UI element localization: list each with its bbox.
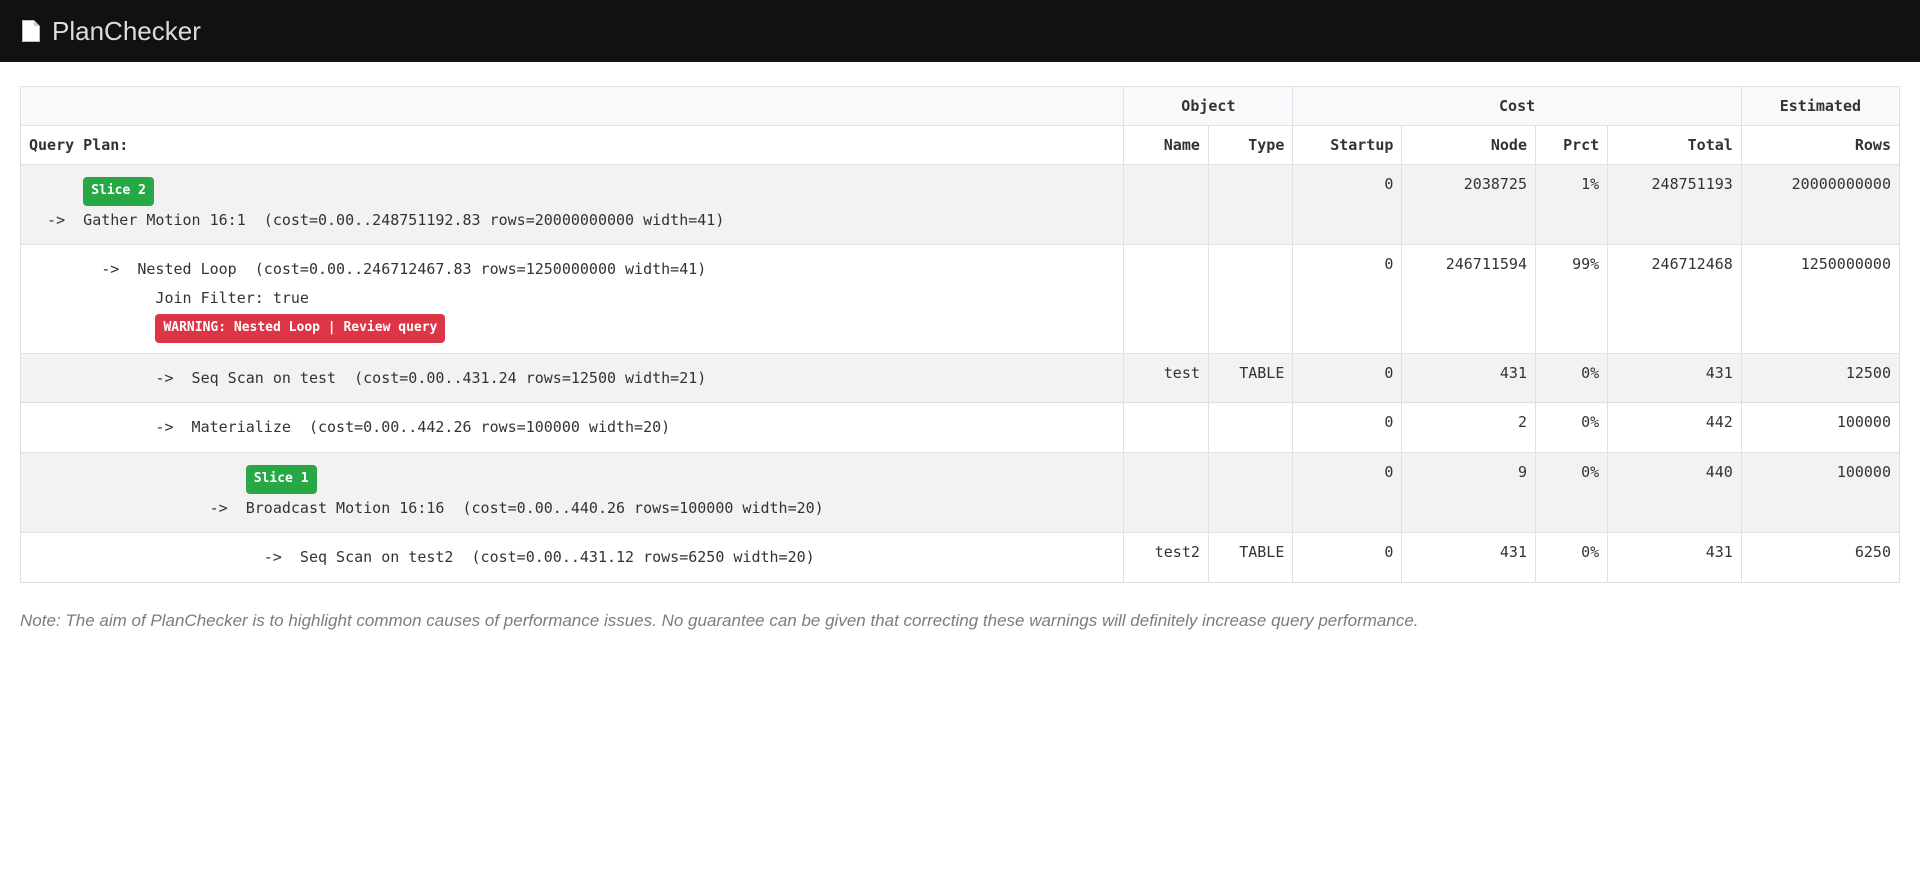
cell-node: 2038725 — [1402, 165, 1536, 245]
cell-node: 9 — [1402, 452, 1536, 532]
cell-startup: 0 — [1293, 533, 1402, 583]
cell-name — [1124, 245, 1208, 354]
plan-cell: -> Materialize (cost=0.00..442.26 rows=1… — [21, 403, 1124, 453]
plan-cell: -> Nested Loop (cost=0.00..246712467.83 … — [21, 245, 1124, 354]
cell-type — [1208, 165, 1292, 245]
slice-badge: Slice 2 — [83, 177, 154, 206]
col-name: Name — [1124, 126, 1208, 165]
col-group-estimated: Estimated — [1741, 87, 1899, 126]
cell-name: test — [1124, 353, 1208, 403]
cell-rows: 100000 — [1741, 403, 1899, 453]
cell-prct: 0% — [1536, 353, 1608, 403]
col-type: Type — [1208, 126, 1292, 165]
col-plan: Query Plan: — [21, 126, 1124, 165]
cell-node: 246711594 — [1402, 245, 1536, 354]
cell-rows: 6250 — [1741, 533, 1899, 583]
cell-total: 248751193 — [1608, 165, 1742, 245]
main-container: Object Cost Estimated Query Plan: Name T… — [0, 62, 1920, 655]
cell-startup: 0 — [1293, 353, 1402, 403]
cell-prct: 0% — [1536, 533, 1608, 583]
cell-rows: 1250000000 — [1741, 245, 1899, 354]
navbar: PlanChecker — [0, 0, 1920, 62]
warning-badge: WARNING: Nested Loop | Review query — [155, 314, 445, 343]
col-prct: Prct — [1536, 126, 1608, 165]
cell-total: 431 — [1608, 533, 1742, 583]
plan-cell: -> Seq Scan on test (cost=0.00..431.24 r… — [21, 353, 1124, 403]
cell-name — [1124, 165, 1208, 245]
footnote: Note: The aim of PlanChecker is to highl… — [20, 611, 1900, 631]
cell-type — [1208, 452, 1292, 532]
cell-startup: 0 — [1293, 452, 1402, 532]
cell-type: TABLE — [1208, 353, 1292, 403]
cell-prct: 0% — [1536, 452, 1608, 532]
plan-cell: Slice 1 -> Broadcast Motion 16:16 (cost=… — [21, 452, 1124, 532]
cell-node: 2 — [1402, 403, 1536, 453]
cell-name — [1124, 452, 1208, 532]
cell-total: 246712468 — [1608, 245, 1742, 354]
cell-total: 431 — [1608, 353, 1742, 403]
cell-startup: 0 — [1293, 403, 1402, 453]
cell-type — [1208, 403, 1292, 453]
table-row: Slice 2 -> Gather Motion 16:1 (cost=0.00… — [21, 165, 1900, 245]
table-row: -> Seq Scan on test (cost=0.00..431.24 r… — [21, 353, 1900, 403]
table-row: -> Nested Loop (cost=0.00..246712467.83 … — [21, 245, 1900, 354]
plan-cell: -> Seq Scan on test2 (cost=0.00..431.12 … — [21, 533, 1124, 583]
cell-node: 431 — [1402, 533, 1536, 583]
plan-cell: Slice 2 -> Gather Motion 16:1 (cost=0.00… — [21, 165, 1124, 245]
col-node: Node — [1402, 126, 1536, 165]
col-group-object: Object — [1124, 87, 1293, 126]
cell-rows: 12500 — [1741, 353, 1899, 403]
cell-startup: 0 — [1293, 165, 1402, 245]
query-plan-table: Object Cost Estimated Query Plan: Name T… — [20, 86, 1900, 583]
col-startup: Startup — [1293, 126, 1402, 165]
col-total: Total — [1608, 126, 1742, 165]
table-row: Slice 1 -> Broadcast Motion 16:16 (cost=… — [21, 452, 1900, 532]
cell-startup: 0 — [1293, 245, 1402, 354]
cell-name: test2 — [1124, 533, 1208, 583]
cell-prct: 99% — [1536, 245, 1608, 354]
document-icon — [22, 20, 40, 42]
table-header-row-groups: Object Cost Estimated — [21, 87, 1900, 126]
brand-link[interactable]: PlanChecker — [52, 16, 201, 47]
col-rows: Rows — [1741, 126, 1899, 165]
cell-type: TABLE — [1208, 533, 1292, 583]
col-group-plan — [21, 87, 1124, 126]
cell-rows: 100000 — [1741, 452, 1899, 532]
cell-rows: 20000000000 — [1741, 165, 1899, 245]
table-row: -> Seq Scan on test2 (cost=0.00..431.12 … — [21, 533, 1900, 583]
table-header-row-cols: Query Plan: Name Type Startup Node Prct … — [21, 126, 1900, 165]
col-group-cost: Cost — [1293, 87, 1741, 126]
cell-prct: 0% — [1536, 403, 1608, 453]
cell-prct: 1% — [1536, 165, 1608, 245]
cell-type — [1208, 245, 1292, 354]
slice-badge: Slice 1 — [246, 465, 317, 494]
cell-total: 442 — [1608, 403, 1742, 453]
cell-node: 431 — [1402, 353, 1536, 403]
cell-total: 440 — [1608, 452, 1742, 532]
table-row: -> Materialize (cost=0.00..442.26 rows=1… — [21, 403, 1900, 453]
cell-name — [1124, 403, 1208, 453]
